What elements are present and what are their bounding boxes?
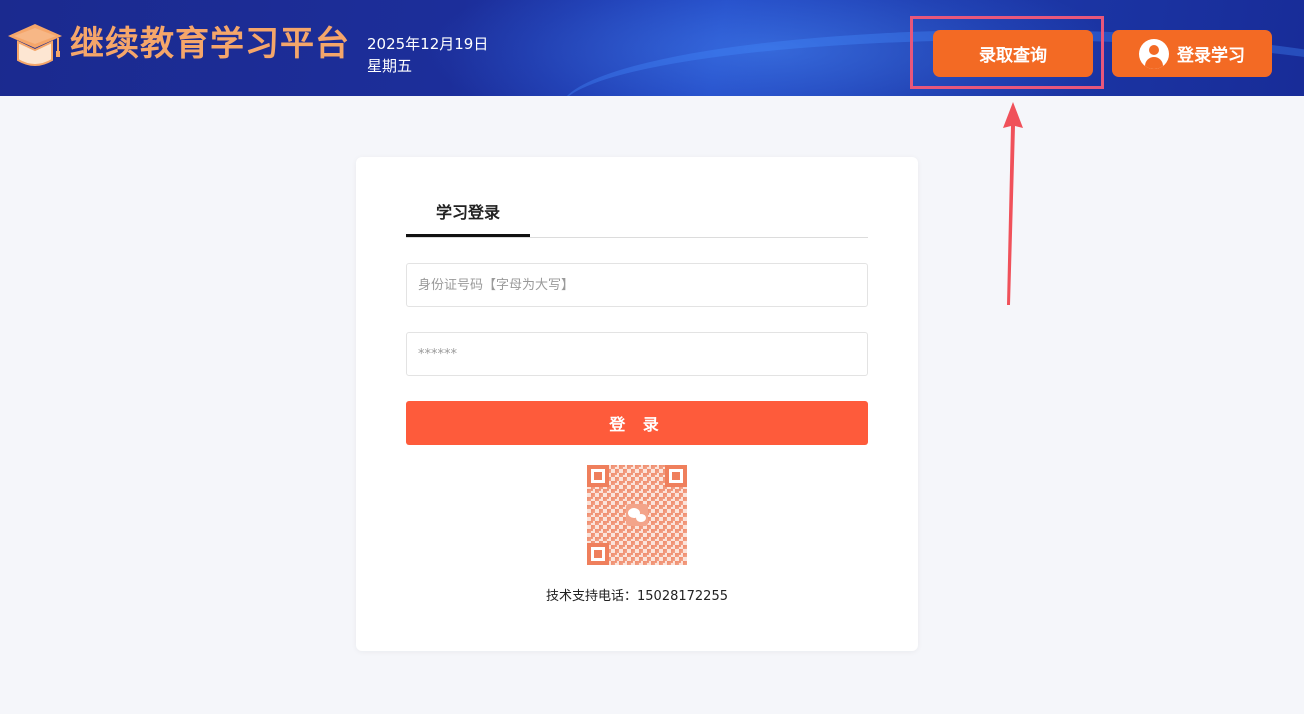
- support-phone: 技术支持电话：15028172255: [546, 589, 728, 604]
- user-avatar-icon: [1139, 38, 1169, 69]
- login-study-label: 登录学习: [1177, 46, 1245, 65]
- top-header: 继续教育学习平台 2025年12月19日 星期五 录取查询 登录学习: [0, 0, 1304, 96]
- highlight-box: [910, 16, 1104, 89]
- login-card: 学习登录 登 录 技术支持电话：1502: [356, 157, 918, 651]
- login-submit-button[interactable]: 登 录: [406, 401, 868, 445]
- graduation-cap-icon: [8, 24, 62, 66]
- date-display: 2025年12月19日 星期五: [367, 33, 488, 77]
- login-study-button[interactable]: 登录学习: [1112, 30, 1272, 77]
- qr-code-icon: [587, 465, 687, 565]
- tab-divider: [406, 237, 868, 238]
- tab-study-login[interactable]: 学习登录: [406, 197, 530, 237]
- arrow-annotation-icon: [1003, 102, 1023, 305]
- brand-title: 继续教育学习平台: [70, 24, 350, 64]
- password-input[interactable]: [406, 332, 868, 376]
- date-line: 2025年12月19日: [367, 35, 489, 53]
- id-number-input[interactable]: [406, 263, 868, 307]
- weekday-line: 星期五: [367, 57, 413, 75]
